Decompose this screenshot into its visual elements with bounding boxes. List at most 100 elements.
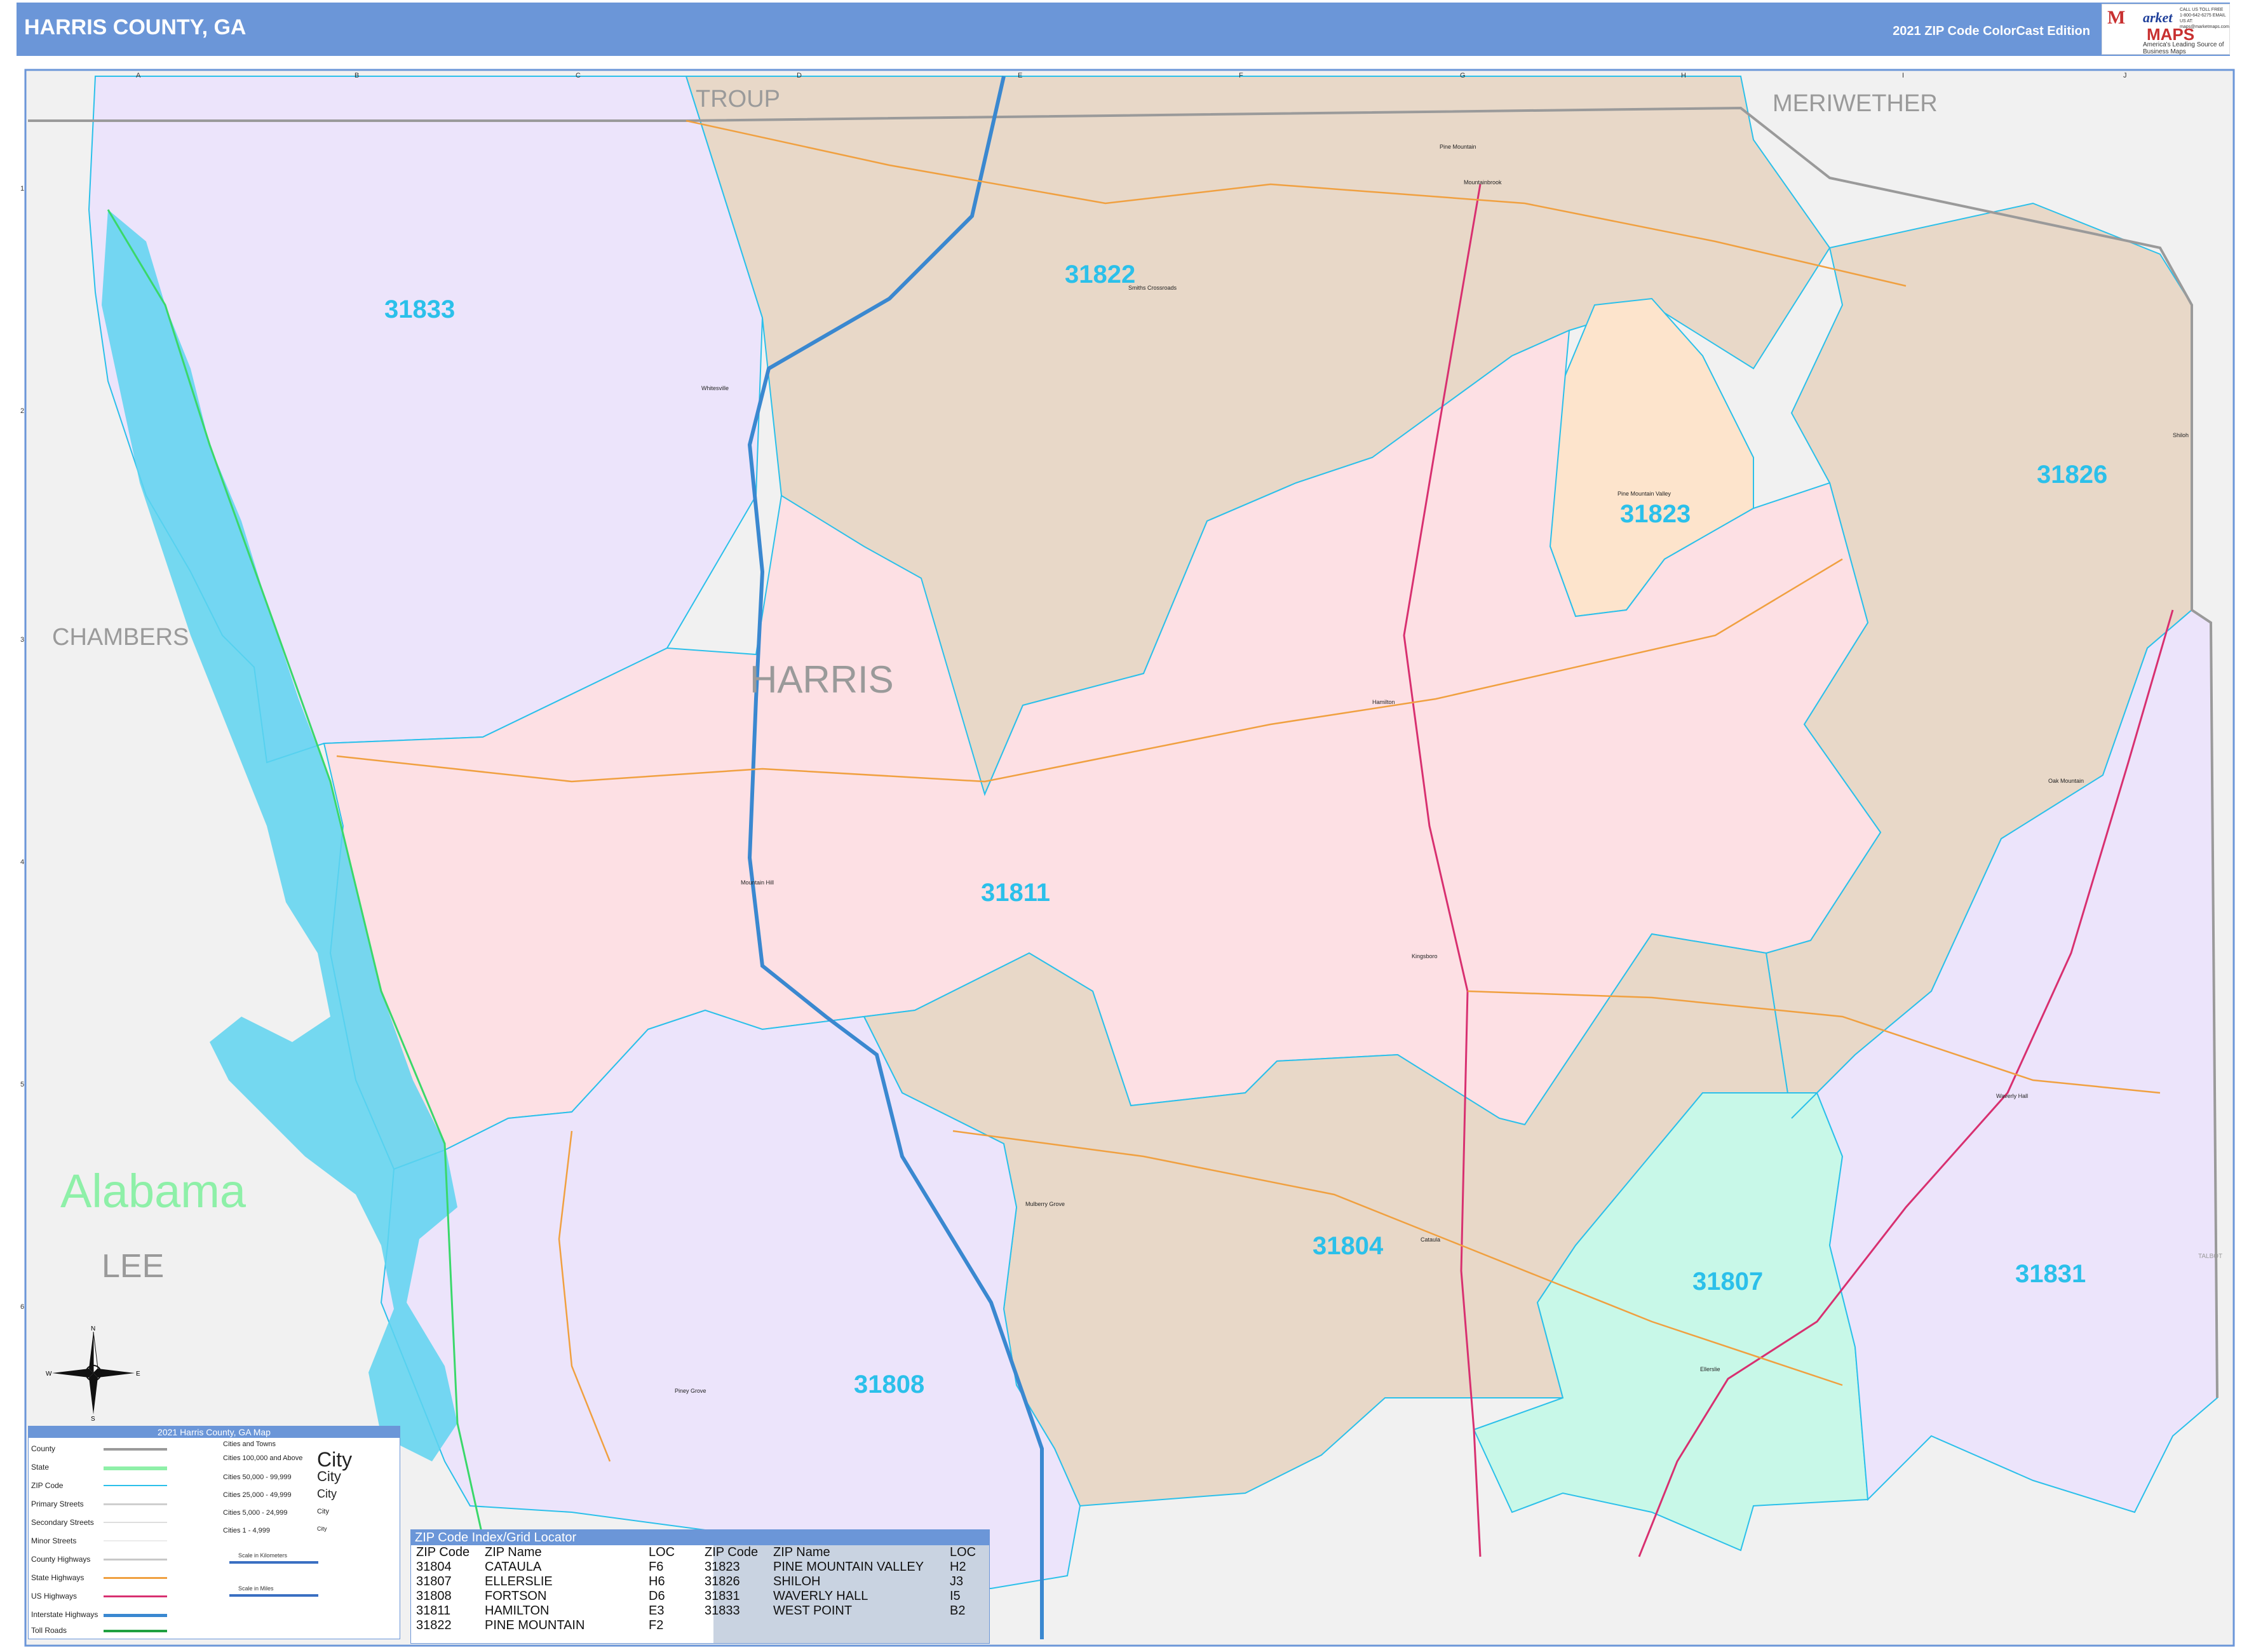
zip-index-table: ZIP Code Index/Grid Locator ZIP Code ZIP… bbox=[410, 1529, 990, 1644]
scale-km-bar bbox=[229, 1561, 318, 1564]
legend-cities-header: Cities and Towns bbox=[223, 1440, 276, 1448]
place-label: Hamilton bbox=[1372, 699, 1395, 705]
legend-city-sample: City bbox=[317, 1487, 337, 1500]
legend-line bbox=[104, 1577, 167, 1579]
scale-mi-label: Scale in Miles bbox=[238, 1585, 274, 1592]
grid-col: I bbox=[1902, 72, 1904, 79]
place-label: Smiths Crossroads bbox=[1128, 285, 1177, 291]
table-row: 31804 CATAULA F6 31823 PINE MOUNTAIN VALLEY… bbox=[416, 1560, 966, 1574]
grid-row: 2 bbox=[20, 407, 24, 415]
place-label: Oak Mountain bbox=[2048, 778, 2084, 784]
grid-col: A bbox=[136, 72, 141, 79]
scale-mi-bar bbox=[229, 1594, 318, 1597]
legend-city-tier: Cities 1 - 4,999 bbox=[223, 1527, 270, 1534]
legend-line bbox=[104, 1503, 167, 1505]
compass-w: W bbox=[46, 1371, 52, 1378]
grid-row-labels: 1 2 3 4 5 6 bbox=[20, 185, 24, 1311]
place-label: Pine Mountain bbox=[1440, 144, 1476, 150]
legend-line bbox=[104, 1540, 167, 1541]
compass-rose-icon: N S W E bbox=[46, 1325, 140, 1421]
compass-n: N bbox=[91, 1325, 95, 1332]
scale-km-label: Scale in Kilometers bbox=[238, 1552, 288, 1559]
legend-row: Primary Streets bbox=[31, 1500, 84, 1508]
grid-col: C bbox=[576, 72, 581, 79]
grid-col: J bbox=[2123, 72, 2127, 79]
grid-row: 6 bbox=[20, 1303, 24, 1311]
zip-label: 31822 bbox=[1065, 261, 1135, 288]
table-row: 31807 ELLERSLIE H6 31826 SHILOH J3 bbox=[416, 1574, 964, 1588]
legend-city-tier: Cities 50,000 - 99,999 bbox=[223, 1473, 292, 1481]
place-label: Whitesville bbox=[701, 385, 729, 391]
zip-label: 31831 bbox=[2015, 1260, 2086, 1288]
legend-city-sample: City bbox=[317, 1508, 329, 1515]
grid-col: G bbox=[1460, 72, 1466, 79]
grid-row: 1 bbox=[20, 185, 24, 193]
place-label: Mountainbrook bbox=[1464, 179, 1502, 186]
grid-col: B bbox=[355, 72, 359, 79]
county-label-lee: LEE bbox=[102, 1248, 164, 1285]
legend-title: 2021 Harris County, GA Map bbox=[29, 1426, 400, 1438]
grid-col: F bbox=[1239, 72, 1243, 79]
legend-line bbox=[104, 1630, 167, 1632]
zip-label: 31811 bbox=[981, 879, 1050, 907]
map-legend: 2021 Harris County, GA Map County State … bbox=[28, 1426, 400, 1639]
legend-line bbox=[104, 1466, 167, 1470]
place-label: Shiloh bbox=[2173, 432, 2189, 438]
legend-city-tier: Cities 25,000 - 49,999 bbox=[223, 1491, 292, 1499]
legend-city-tier: Cities 100,000 and Above bbox=[223, 1454, 303, 1462]
col-header: ZIP Name bbox=[485, 1545, 542, 1559]
state-label-alabama: Alabama bbox=[60, 1165, 246, 1217]
county-label-talbot: TALBOT bbox=[2198, 1253, 2222, 1260]
table-row: 31811 HAMILTON E3 31833 WEST POINT B2 bbox=[416, 1604, 966, 1618]
zip-index-grid: ZIP Code ZIP Name LOC ZIP Code ZIP Name … bbox=[414, 1545, 978, 1633]
zip-label: 31807 bbox=[1692, 1268, 1763, 1296]
col-header: ZIP Code bbox=[705, 1545, 759, 1559]
grid-row: 4 bbox=[20, 858, 24, 866]
legend-row: County bbox=[31, 1444, 56, 1453]
legend-row: County Highways bbox=[31, 1555, 91, 1564]
county-label-chambers: CHAMBERS bbox=[52, 624, 189, 651]
county-label-harris: HARRIS bbox=[750, 658, 894, 701]
zip-label: 31808 bbox=[854, 1371, 924, 1398]
legend-line bbox=[104, 1485, 167, 1486]
legend-city-sample: City bbox=[317, 1526, 327, 1532]
col-header: ZIP Name bbox=[773, 1545, 830, 1559]
table-row: 31808 FORTSON D6 31831 WAVERLY HALL I5 bbox=[416, 1589, 961, 1603]
zip-label: 31833 bbox=[384, 295, 455, 323]
col-header: LOC bbox=[950, 1545, 976, 1559]
legend-city-sample: City bbox=[317, 1468, 341, 1484]
place-label: Kingsboro bbox=[1412, 953, 1438, 959]
grid-col: D bbox=[797, 72, 802, 79]
zip-label: 31823 bbox=[1620, 500, 1691, 528]
grid-row: 5 bbox=[20, 1081, 24, 1088]
legend-line bbox=[104, 1448, 167, 1451]
legend-city-tier: Cities 5,000 - 24,999 bbox=[223, 1509, 288, 1517]
legend-row: Secondary Streets bbox=[31, 1518, 94, 1527]
legend-row: Toll Roads bbox=[31, 1626, 67, 1635]
zip-index-title: ZIP Code Index/Grid Locator bbox=[411, 1530, 989, 1545]
legend-row: State Highways bbox=[31, 1573, 84, 1582]
legend-row: ZIP Code bbox=[31, 1481, 64, 1490]
grid-row: 3 bbox=[20, 636, 24, 644]
col-header: ZIP Code bbox=[416, 1545, 470, 1559]
col-header: LOC bbox=[649, 1545, 675, 1559]
place-label: Piney Grove bbox=[675, 1388, 706, 1394]
compass-s: S bbox=[91, 1416, 95, 1421]
county-label-troup: TROUP bbox=[696, 86, 780, 112]
table-row: 31822 PINE MOUNTAIN F2 bbox=[416, 1618, 664, 1632]
legend-line bbox=[104, 1595, 167, 1597]
legend-line bbox=[104, 1559, 167, 1561]
legend-row: Minor Streets bbox=[31, 1536, 77, 1545]
county-label-meriwether: MERIWETHER bbox=[1773, 90, 1938, 117]
zip-label: 31804 bbox=[1313, 1232, 1384, 1260]
map-canvas[interactable]: TROUP MERIWETHER CHAMBERS HARRIS LEE TAL… bbox=[0, 0, 2242, 1652]
compass-e: E bbox=[136, 1371, 140, 1378]
zip-label: 31826 bbox=[2037, 461, 2107, 489]
legend-row: Interstate Highways bbox=[31, 1610, 98, 1619]
grid-col: E bbox=[1018, 72, 1022, 79]
legend-line bbox=[104, 1522, 167, 1523]
grid-col: H bbox=[1681, 72, 1686, 79]
place-label: Mulberry Grove bbox=[1025, 1201, 1065, 1207]
legend-line bbox=[104, 1614, 167, 1617]
place-label: Waverly Hall bbox=[1996, 1093, 2028, 1099]
